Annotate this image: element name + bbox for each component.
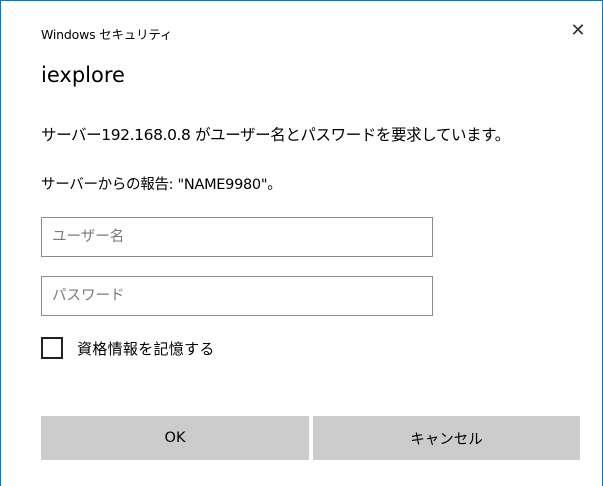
cancel-button[interactable]: キャンセル: [313, 416, 580, 460]
credential-dialog: Windows セキュリティ ✕ iexplore サーバー192.168.0.…: [0, 0, 603, 486]
remember-credentials[interactable]: 資格情報を記憶する: [41, 337, 215, 359]
window-title: Windows セキュリティ: [41, 27, 173, 42]
close-icon[interactable]: ✕: [567, 19, 589, 41]
ok-button[interactable]: OK: [41, 416, 309, 460]
remember-checkbox[interactable]: [41, 337, 63, 359]
username-field[interactable]: [41, 217, 433, 257]
request-message: サーバー192.168.0.8 がユーザー名とパスワードを要求しています。: [41, 126, 510, 144]
server-report: サーバーからの報告: "NAME9980"。: [41, 177, 282, 193]
app-name: iexplore: [41, 63, 125, 87]
password-field[interactable]: [41, 276, 433, 316]
remember-label: 資格情報を記憶する: [77, 339, 215, 358]
